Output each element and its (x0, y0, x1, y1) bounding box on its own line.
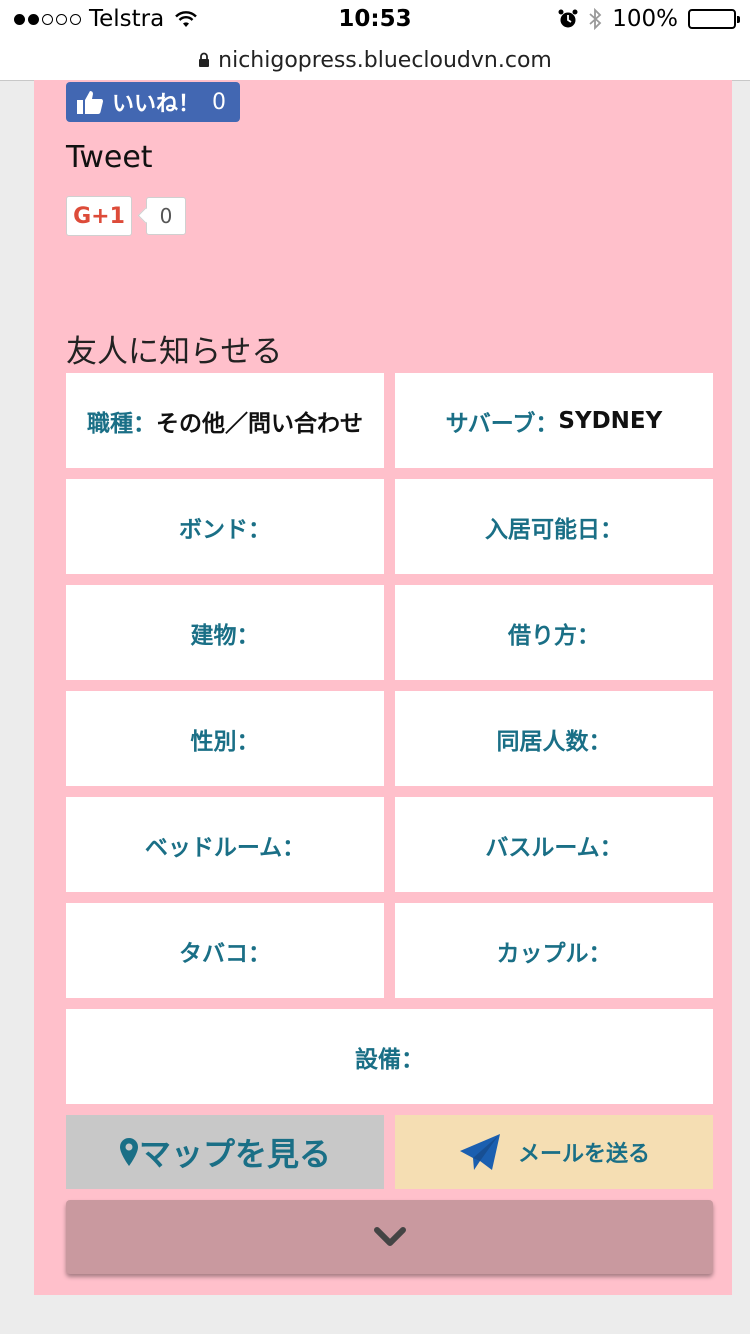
detail-label: ベッドルーム： (144, 834, 306, 861)
google-plus-button[interactable]: G+1 (66, 196, 132, 236)
signal-strength-icon (14, 13, 81, 25)
map-pin-icon (119, 1138, 138, 1166)
detail-label: 同居人数： (496, 728, 612, 755)
status-bar: Telstra 10:53 100% (0, 0, 750, 40)
listing-card: いいね！ 0 Tweet G+1 0 友人に知らせる 職種： その他／問い合わせ … (34, 80, 732, 1295)
detail-label: 性別： (190, 728, 260, 755)
lock-icon (199, 52, 210, 67)
detail-label: 借り方： (508, 622, 600, 649)
view-map-label: マップを見る (138, 1135, 331, 1173)
detail-building: 建物： (66, 585, 384, 680)
google-plus-count: 0 (146, 197, 186, 235)
detail-label: 建物： (190, 622, 260, 649)
send-mail-label: メールを送る (517, 1142, 650, 1167)
battery-percent: 100% (612, 6, 678, 32)
detail-facilities: 設備： (66, 1009, 713, 1104)
detail-rent-type: 借り方： (395, 585, 713, 680)
detail-value: SYDNEY (558, 407, 663, 434)
detail-label: バスルーム： (485, 834, 623, 861)
tweet-link[interactable]: Tweet (66, 140, 153, 175)
url-text: nichigopress.bluecloudvn.com (218, 47, 552, 73)
detail-label: サバーブ： (445, 410, 559, 437)
detail-label: 職種： (87, 410, 156, 437)
bluetooth-icon (589, 8, 602, 30)
chevron-down-icon (373, 1227, 406, 1246)
detail-bathroom: バスルーム： (395, 797, 713, 892)
status-right: 100% (558, 6, 740, 32)
battery-icon (688, 9, 740, 29)
facebook-like-button[interactable]: いいね！ 0 (66, 82, 240, 122)
detail-label: ボンド： (179, 516, 271, 543)
share-heading: 友人に知らせる (66, 334, 283, 370)
detail-label: 入居可能日： (485, 516, 623, 543)
paper-plane-icon (459, 1134, 500, 1170)
like-count: 0 (212, 89, 227, 115)
expand-button[interactable] (66, 1200, 713, 1274)
url-bar[interactable]: nichigopress.bluecloudvn.com (0, 40, 750, 81)
detail-bond: ボンド： (66, 479, 384, 574)
thumbs-up-icon (77, 91, 103, 114)
gplus-count-value: 0 (159, 204, 173, 228)
detail-label: タバコ： (179, 940, 271, 967)
wifi-icon (175, 11, 198, 27)
detail-occupants: 同居人数： (395, 691, 713, 786)
carrier-name: Telstra (89, 6, 165, 32)
detail-label: 設備： (355, 1046, 424, 1073)
detail-smoking: タバコ： (66, 903, 384, 998)
detail-job: 職種： その他／問い合わせ (66, 373, 384, 468)
detail-value: その他／問い合わせ (156, 410, 363, 437)
detail-bedroom: ベッドルーム： (66, 797, 384, 892)
detail-suburb: サバーブ： SYDNEY (395, 373, 713, 468)
status-left: Telstra (14, 6, 198, 32)
detail-gender: 性別： (66, 691, 384, 786)
send-mail-button[interactable]: メールを送る (395, 1115, 713, 1189)
detail-couple: カップル： (395, 903, 713, 998)
detail-label: カップル： (496, 940, 612, 967)
like-label: いいね！ (112, 92, 201, 117)
alarm-icon (558, 9, 578, 28)
detail-move-in: 入居可能日： (395, 479, 713, 574)
view-map-button[interactable]: マップを見る (66, 1115, 384, 1189)
